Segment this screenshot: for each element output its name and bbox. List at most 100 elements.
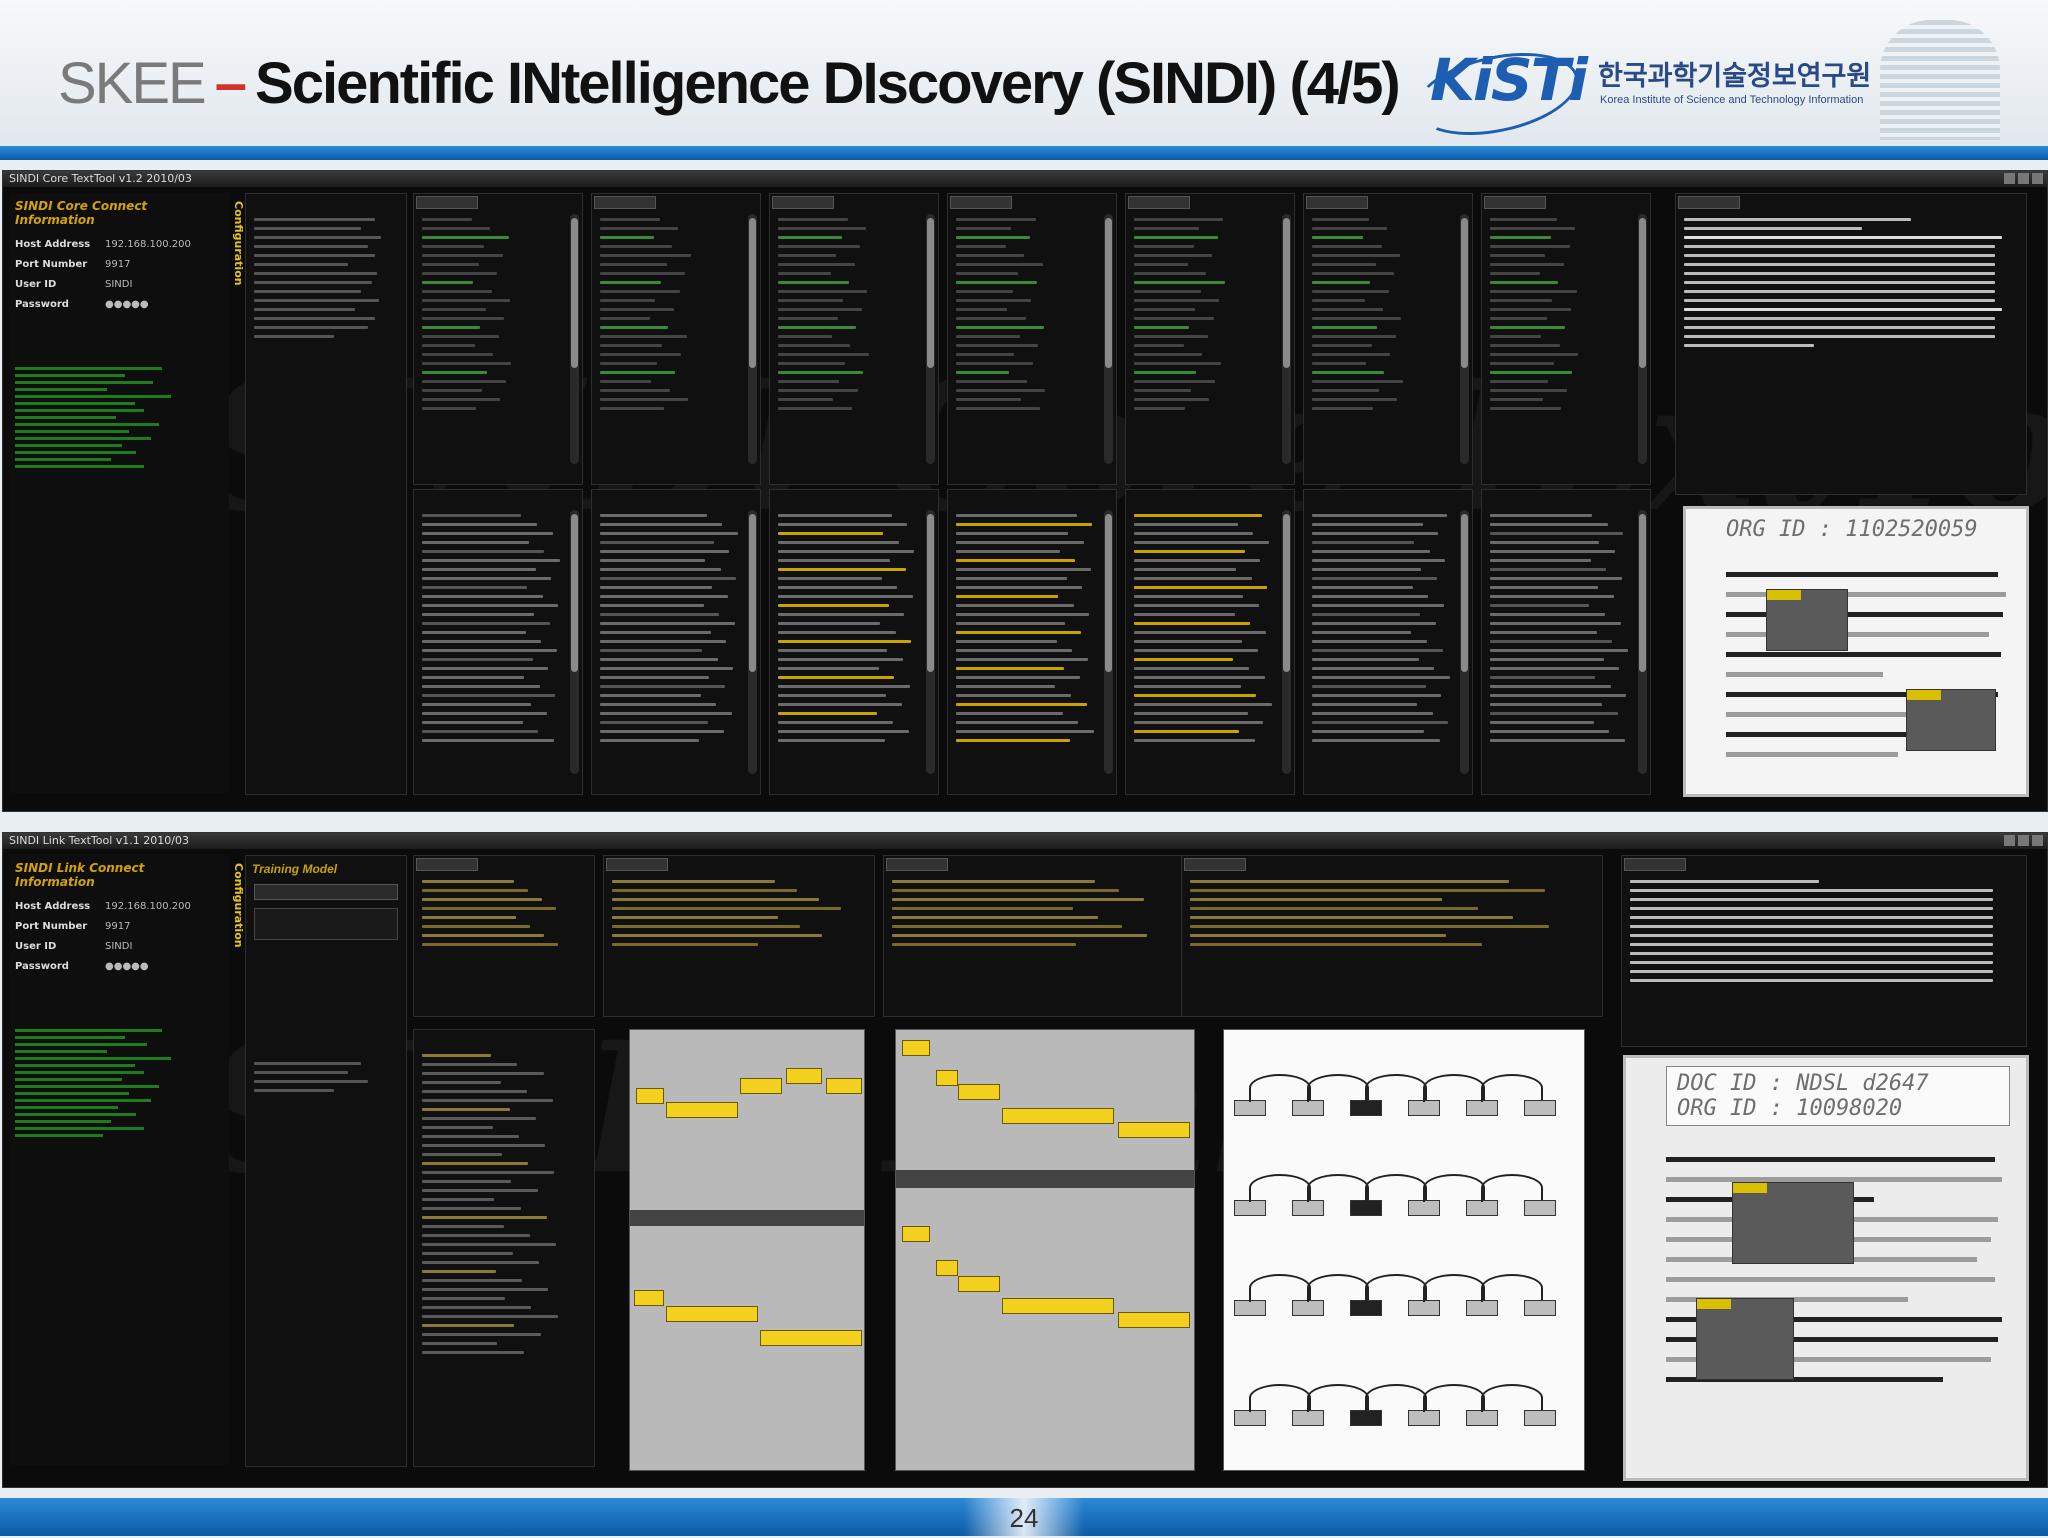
dependency-arc bbox=[1365, 1174, 1427, 1202]
slide-footer: 24 bbox=[0, 1498, 2048, 1536]
port-label: Port Number bbox=[15, 259, 88, 270]
dependency-arc bbox=[1249, 1384, 1311, 1412]
dependency-arc bbox=[1307, 1074, 1369, 1102]
kisti-logo: KiSTi 한국과학기술정보연구원 Korea Institute of Sci… bbox=[1407, 39, 1871, 149]
close-button[interactable] bbox=[2032, 835, 2043, 846]
close-button[interactable] bbox=[2032, 173, 2043, 184]
token-node bbox=[1350, 1300, 1382, 1316]
entity-tooltip bbox=[1732, 1182, 1854, 1264]
token-node bbox=[1408, 1300, 1440, 1316]
title-main: Scientific INtelligence DIscovery (SINDI… bbox=[255, 51, 1401, 116]
logo-korean: 한국과학기술정보연구원 bbox=[1598, 61, 1872, 92]
model-options[interactable] bbox=[254, 908, 398, 940]
token-node bbox=[1234, 1410, 1266, 1426]
token-node bbox=[1524, 1100, 1556, 1116]
entity-detail-panel: ORG ID : 1102520059 bbox=[1683, 506, 2029, 797]
slide-header: SKEE – Scientific INtelligence DIscovery (… bbox=[0, 0, 2048, 160]
dependency-arc bbox=[1423, 1174, 1485, 1202]
step-annotated-text bbox=[947, 489, 1117, 795]
entity-tooltip bbox=[1766, 589, 1848, 651]
user-value[interactable]: SINDI bbox=[105, 279, 132, 290]
host-value[interactable]: 192.168.100.200 bbox=[105, 901, 191, 912]
configuration-label: Configuration bbox=[232, 201, 245, 286]
title-prefix: SKEE bbox=[58, 51, 207, 116]
dependency-arc bbox=[1481, 1074, 1543, 1102]
dependency-arc bbox=[1307, 1174, 1369, 1202]
link-rule-list bbox=[413, 855, 595, 1017]
user-value[interactable]: SINDI bbox=[105, 941, 132, 952]
id-box: DOC ID : NDSL d2647 ORG ID : 10098020 bbox=[1666, 1066, 2010, 1126]
link-rule-detail bbox=[413, 1029, 595, 1467]
token-node bbox=[1292, 1200, 1324, 1216]
input-text-panel bbox=[245, 193, 407, 795]
dependency-arc bbox=[1423, 1384, 1485, 1412]
port-value[interactable]: 9917 bbox=[105, 921, 130, 932]
user-row: User ID SINDI bbox=[15, 941, 223, 952]
token-node bbox=[1466, 1100, 1498, 1116]
step-annotated-text bbox=[1125, 489, 1295, 795]
token-node bbox=[1350, 1100, 1382, 1116]
dependency-arc bbox=[1307, 1274, 1369, 1302]
window-controls bbox=[2004, 835, 2043, 846]
logo-english: Korea Institute of Science and Technolog… bbox=[1600, 94, 1864, 106]
step-token-table bbox=[413, 193, 583, 485]
connection-log bbox=[15, 1025, 199, 1141]
dependency-arc bbox=[1423, 1074, 1485, 1102]
minimize-button[interactable] bbox=[2004, 173, 2015, 184]
step-annotated-text bbox=[1303, 489, 1473, 795]
configuration-label: Configuration bbox=[232, 863, 245, 948]
token-node bbox=[1234, 1200, 1266, 1216]
model-select[interactable] bbox=[254, 884, 398, 900]
link-texttool-window: SINDI Link TextTool v1.1 2010/03 SINDI L… bbox=[2, 832, 2048, 1488]
password-label: Password bbox=[15, 299, 69, 310]
maximize-button[interactable] bbox=[2018, 835, 2029, 846]
user-label: User ID bbox=[15, 941, 57, 952]
core-texttool-window: SINDI Core TextTool v1.2 2010/03 SINDI C… bbox=[2, 170, 2048, 812]
step-token-table bbox=[769, 193, 939, 485]
tagging-view-1 bbox=[629, 1029, 865, 1471]
password-value[interactable]: ●●●●● bbox=[105, 961, 149, 972]
step-annotated-text bbox=[413, 489, 583, 795]
token-node bbox=[1292, 1410, 1324, 1426]
token-node bbox=[1350, 1410, 1382, 1426]
port-row: Port Number 9917 bbox=[15, 921, 223, 932]
dependency-arc bbox=[1307, 1384, 1369, 1412]
token-node bbox=[1524, 1410, 1556, 1426]
slide-title: SKEE – Scientific INtelligence DIscovery (… bbox=[58, 50, 1401, 117]
password-value[interactable]: ●●●●● bbox=[105, 299, 149, 310]
dependency-arc bbox=[1249, 1074, 1311, 1102]
dependency-arc bbox=[1481, 1384, 1543, 1412]
connection-heading: SINDI Core Connect Information bbox=[15, 199, 148, 227]
user-row: User ID SINDI bbox=[15, 279, 223, 290]
step-annotated-text bbox=[769, 489, 939, 795]
password-row: Password ●●●●● bbox=[15, 961, 223, 972]
building-photo bbox=[1880, 20, 2000, 140]
window-titlebar: SINDI Link TextTool v1.1 2010/03 bbox=[3, 833, 2047, 849]
step-token-table bbox=[591, 193, 761, 485]
dependency-arc bbox=[1365, 1274, 1427, 1302]
step-token-table bbox=[1125, 193, 1295, 485]
page-number: 24 bbox=[964, 1498, 1084, 1536]
dependency-arc bbox=[1481, 1274, 1543, 1302]
dependency-arc bbox=[1481, 1174, 1543, 1202]
training-model-heading: Training Model bbox=[252, 862, 338, 876]
link-rule-list bbox=[1181, 855, 1603, 1017]
minimize-button[interactable] bbox=[2004, 835, 2015, 846]
xml-output-panel bbox=[1621, 855, 2027, 1047]
host-label: Host Address bbox=[15, 239, 91, 250]
connection-heading: SINDI Link Connect Information bbox=[15, 861, 145, 889]
token-node bbox=[1408, 1410, 1440, 1426]
link-rule-list bbox=[603, 855, 875, 1017]
training-model-panel: Training Model bbox=[245, 855, 407, 1467]
token-node bbox=[1408, 1200, 1440, 1216]
link-rule-list bbox=[883, 855, 1185, 1017]
token-node bbox=[1292, 1100, 1324, 1116]
port-value[interactable]: 9917 bbox=[105, 259, 130, 270]
user-label: User ID bbox=[15, 279, 57, 290]
token-node bbox=[1350, 1200, 1382, 1216]
host-value[interactable]: 192.168.100.200 bbox=[105, 239, 191, 250]
maximize-button[interactable] bbox=[2018, 173, 2029, 184]
document-detail-panel: DOC ID : NDSL d2647 ORG ID : 10098020 bbox=[1623, 1055, 2029, 1481]
password-label: Password bbox=[15, 961, 69, 972]
port-row: Port Number 9917 bbox=[15, 259, 223, 270]
